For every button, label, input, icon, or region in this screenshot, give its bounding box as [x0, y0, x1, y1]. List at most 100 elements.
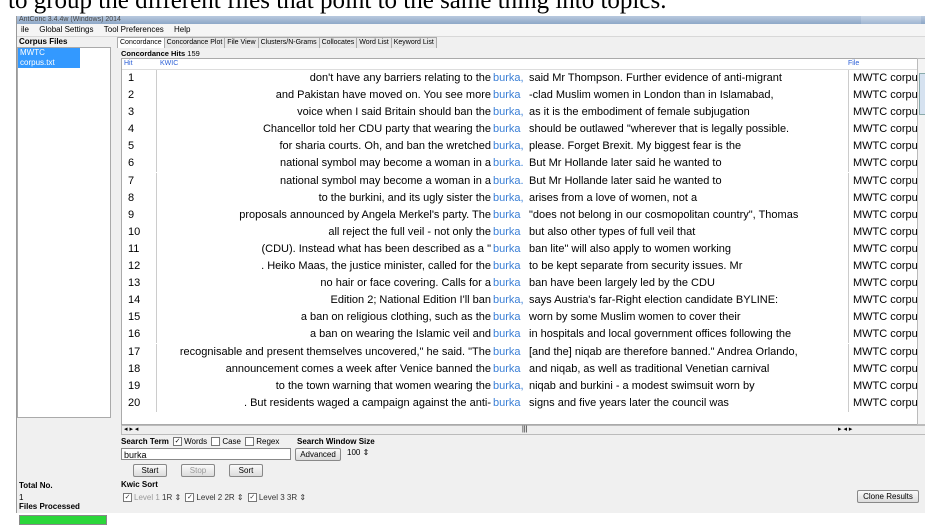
table-row[interactable]: 5 for sharia courts. Oh, and ban the wret…: [122, 138, 920, 156]
tab-concordance-plot[interactable]: Concordance Plot: [163, 37, 226, 48]
row-file-cell[interactable]: MWTC corpu: [848, 343, 920, 361]
level1-value[interactable]: 1R: [162, 493, 172, 502]
table-row[interactable]: 7 national symbol may become a woman in a…: [122, 172, 920, 190]
row-hit-number: 2: [128, 89, 135, 102]
kwic-keyword[interactable]: burka,: [493, 292, 524, 309]
row-file-cell[interactable]: MWTC corpu: [848, 360, 920, 378]
menu-help[interactable]: Help: [170, 24, 194, 36]
table-row[interactable]: 14 Edition 2; National Edition I'll ban bu…: [122, 292, 920, 310]
tab-word-list[interactable]: Word List: [356, 37, 392, 48]
kwic-keyword[interactable]: burka: [493, 121, 521, 138]
scroll-left-icon[interactable]: ◂ ▸ ◂: [124, 426, 138, 434]
col-file[interactable]: File: [848, 59, 859, 69]
table-row[interactable]: 10 all reject the full veil - not only th…: [122, 223, 920, 241]
menu-global-settings[interactable]: Global Settings: [35, 24, 97, 36]
table-row[interactable]: 12 . Heiko Maas, the justice minister, ca…: [122, 258, 920, 276]
corpus-file-item[interactable]: MWTC corpus.txt: [18, 48, 80, 68]
table-row[interactable]: 6 national symbol may become a woman in a…: [122, 155, 920, 173]
clone-results-button[interactable]: Clone Results: [857, 490, 919, 503]
row-file-cell[interactable]: MWTC corpu: [848, 87, 920, 105]
window-controls[interactable]: [861, 16, 921, 24]
row-file-cell[interactable]: MWTC corpu: [848, 104, 920, 122]
search-input[interactable]: burka: [121, 448, 291, 460]
row-file-cell[interactable]: MWTC corpu: [848, 292, 920, 310]
row-file-cell[interactable]: MWTC corpu: [848, 155, 920, 173]
kwic-keyword[interactable]: burka,: [493, 104, 524, 121]
menu-tool-preferences[interactable]: Tool Preferences: [100, 24, 168, 36]
table-row[interactable]: 1 don't have any barriers relating to the…: [122, 70, 920, 87]
table-row[interactable]: 9 proposals announced by Angela Merkel's …: [122, 206, 920, 224]
table-row[interactable]: 11 (CDU). Instead what has been described…: [122, 240, 920, 258]
kwic-keyword[interactable]: burka,: [493, 70, 524, 87]
col-hit[interactable]: Hit: [124, 59, 133, 69]
case-checkbox[interactable]: [211, 437, 221, 447]
row-file-cell[interactable]: MWTC corpu: [848, 189, 920, 207]
table-row[interactable]: 19 to the town warning that women wearing…: [122, 377, 920, 395]
corpus-file-list[interactable]: MWTC corpus.txt: [17, 47, 111, 418]
table-row[interactable]: 18 announcement comes a week after Venice…: [122, 360, 920, 378]
words-checkbox[interactable]: ✓: [173, 437, 183, 447]
tab-clusters[interactable]: Clusters/N-Grams: [257, 37, 320, 48]
kwic-keyword[interactable]: burka: [493, 207, 521, 224]
kwic-keyword[interactable]: burka,: [493, 378, 524, 395]
kwic-keyword[interactable]: burka.: [493, 155, 524, 172]
level2-checkbox[interactable]: ✓: [185, 493, 195, 503]
tab-file-view[interactable]: File View: [224, 37, 259, 48]
row-file-cell[interactable]: MWTC corpu: [848, 309, 920, 327]
start-button[interactable]: Start: [133, 464, 167, 477]
kwic-keyword[interactable]: burka: [493, 258, 521, 275]
scroll-right-icon[interactable]: ▸ ◂ ▸: [838, 426, 852, 434]
table-row[interactable]: 8 to the burkini, and its ugly sister the…: [122, 189, 920, 207]
kwic-keyword[interactable]: burka: [493, 309, 521, 326]
tab-collocates[interactable]: Collocates: [318, 37, 358, 48]
table-row[interactable]: 17 recognisable and present themselves un…: [122, 343, 920, 361]
row-file-cell[interactable]: MWTC corpu: [848, 258, 920, 276]
kwic-keyword[interactable]: burka,: [493, 190, 524, 207]
level3-checkbox[interactable]: ✓: [247, 493, 257, 503]
level3-value[interactable]: 3R: [287, 493, 297, 502]
kwic-keyword[interactable]: burka: [493, 344, 521, 361]
kwic-keyword[interactable]: burka: [493, 241, 521, 258]
advanced-button[interactable]: Advanced: [295, 448, 341, 461]
menu-file[interactable]: ile: [17, 24, 33, 36]
row-file-cell[interactable]: MWTC corpu: [848, 172, 920, 190]
row-file-cell[interactable]: MWTC corpu: [848, 326, 920, 344]
kwic-keyword[interactable]: burka: [493, 87, 521, 104]
row-file-cell[interactable]: MWTC corpu: [848, 206, 920, 224]
row-file-cell[interactable]: MWTC corpu: [848, 275, 920, 293]
table-row[interactable]: 4 Chancellor told her CDU party that wear…: [122, 121, 920, 139]
table-row[interactable]: 3 voice when I said Britain should ban th…: [122, 104, 920, 122]
kwic-keyword[interactable]: burka: [493, 224, 521, 241]
kwic-keyword[interactable]: burka: [493, 395, 521, 412]
concordance-table[interactable]: Hit KWIC File 1 don't have any barriers r…: [121, 58, 921, 425]
kwic-keyword[interactable]: burka,: [493, 138, 524, 155]
row-file-cell[interactable]: MWTC corpu: [848, 394, 920, 412]
table-row[interactable]: 15 a ban on religious clothing, such as t…: [122, 309, 920, 327]
regex-checkbox[interactable]: [245, 437, 255, 447]
sort-button[interactable]: Sort: [229, 464, 263, 477]
table-row[interactable]: 16 a ban on wearing the Islamic veil and b…: [122, 326, 920, 344]
kwic-keyword[interactable]: burka: [493, 326, 521, 343]
row-file-cell[interactable]: MWTC corpu: [848, 70, 920, 87]
kwic-keyword[interactable]: burka: [493, 275, 521, 292]
col-kwic[interactable]: KWIC: [160, 59, 178, 69]
row-file-cell[interactable]: MWTC corpu: [848, 240, 920, 258]
tab-keyword-list[interactable]: Keyword List: [390, 37, 437, 48]
row-file-cell[interactable]: MWTC corpu: [848, 121, 920, 139]
table-row[interactable]: 2 and Pakistan have moved on. You see mor…: [122, 87, 920, 105]
row-file-cell[interactable]: MWTC corpu: [848, 138, 920, 156]
level1-checkbox[interactable]: ✓: [123, 493, 132, 503]
level2-value[interactable]: 2R: [224, 493, 234, 502]
table-row[interactable]: 20 . But residents waged a campaign again…: [122, 394, 920, 412]
row-file-cell[interactable]: MWTC corpu: [848, 223, 920, 241]
window-size-stepper[interactable]: 100 ⇕: [347, 447, 369, 459]
scroll-thumb[interactable]: [919, 73, 925, 115]
kwic-keyword[interactable]: burka: [493, 361, 521, 378]
stop-button[interactable]: Stop: [181, 464, 215, 477]
tab-concordance[interactable]: Concordance: [117, 37, 165, 48]
horizontal-scrollbar[interactable]: ◂ ▸ ◂ ||| ▸ ◂ ▸: [121, 425, 925, 435]
table-row[interactable]: 13 no hair or face covering. Calls for ab…: [122, 275, 920, 293]
row-file-cell[interactable]: MWTC corpu: [848, 377, 920, 395]
kwic-keyword[interactable]: burka.: [493, 173, 524, 190]
vertical-scrollbar[interactable]: [917, 58, 925, 425]
